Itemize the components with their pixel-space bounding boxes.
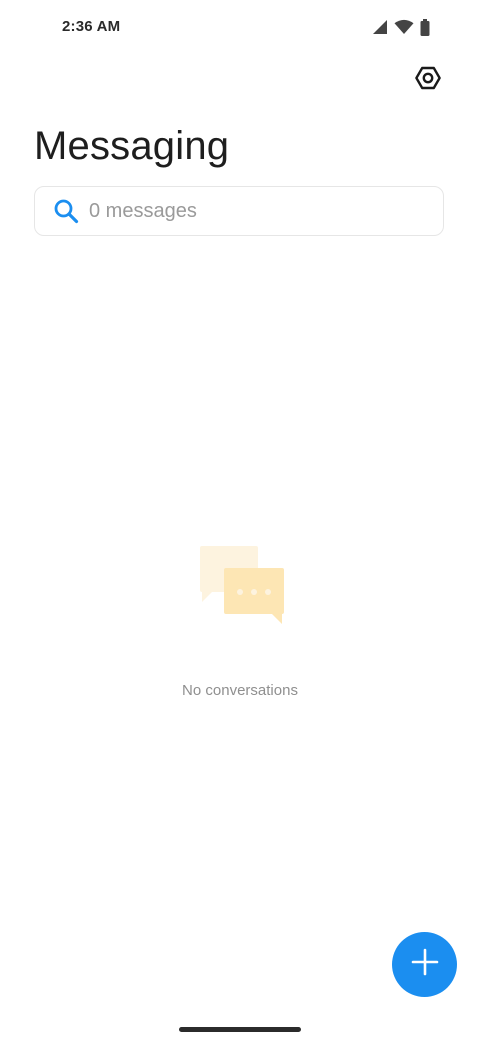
cellular-signal-icon	[372, 19, 388, 35]
gesture-nav-handle[interactable]	[179, 1027, 301, 1032]
chat-bubbles-icon	[194, 544, 286, 626]
status-time: 2:36 AM	[62, 18, 121, 35]
empty-state-text: No conversations	[182, 682, 298, 699]
settings-gear-icon	[415, 65, 441, 96]
plus-icon	[410, 947, 440, 982]
settings-button[interactable]	[412, 64, 444, 96]
search-input[interactable]	[89, 199, 419, 223]
new-conversation-button[interactable]	[392, 932, 457, 997]
status-bar: 2:36 AM	[0, 0, 480, 56]
search-bar[interactable]	[34, 186, 444, 236]
search-icon	[53, 198, 79, 224]
battery-icon	[420, 18, 430, 36]
page-title: Messaging	[34, 124, 230, 168]
wifi-icon	[394, 19, 414, 35]
status-icons	[372, 18, 430, 36]
